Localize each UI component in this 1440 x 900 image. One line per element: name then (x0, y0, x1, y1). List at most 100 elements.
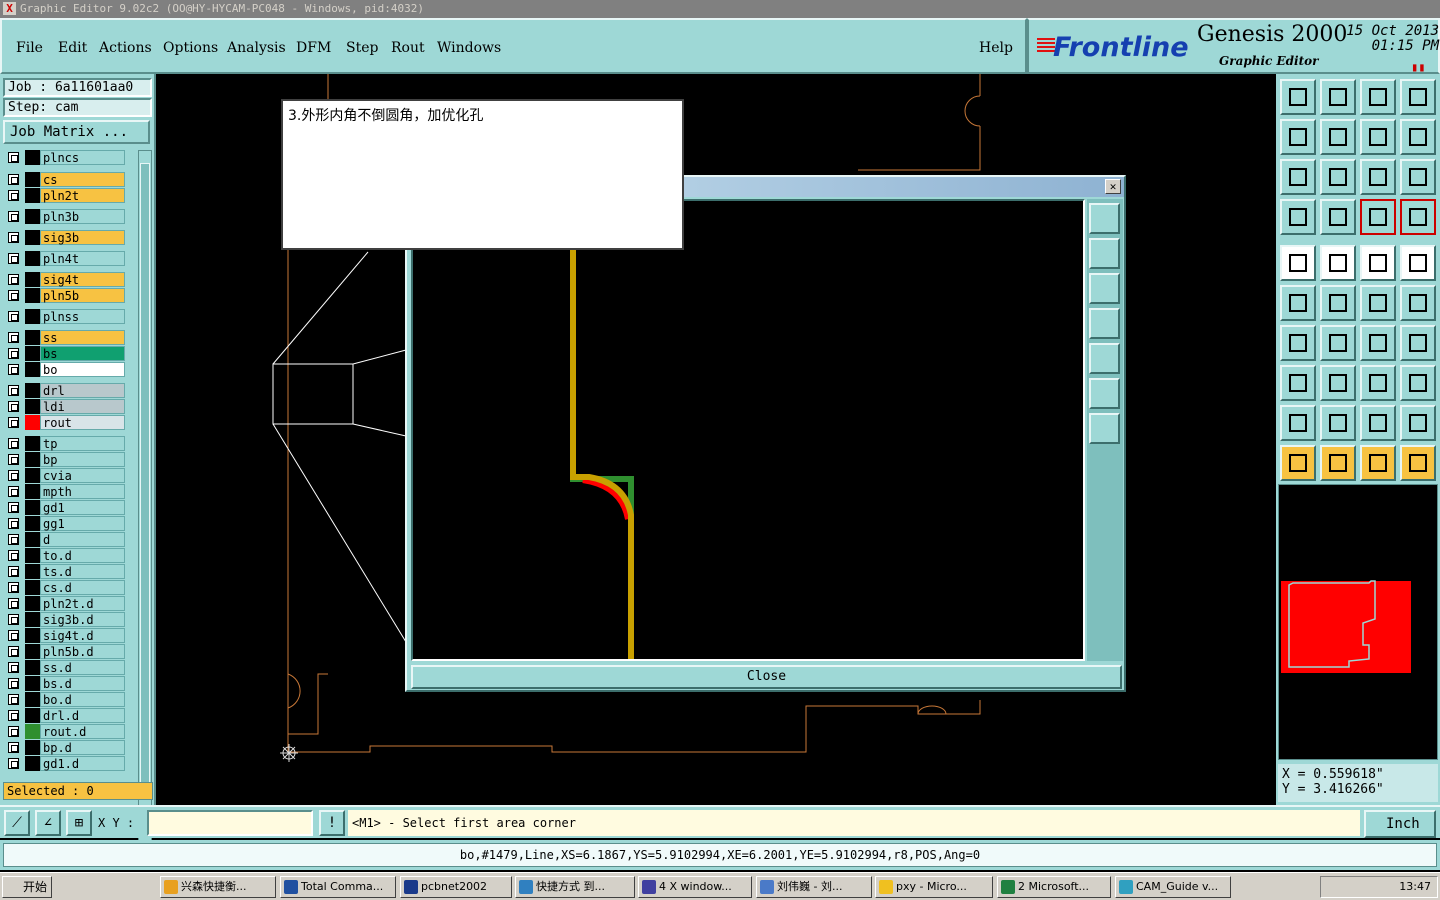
layer-row[interactable]: rout.d (3, 724, 126, 739)
layer-checkbox[interactable] (8, 582, 19, 593)
layer-row[interactable]: pln2t (3, 188, 126, 203)
pointer-icon[interactable] (1280, 445, 1316, 481)
cut-icon[interactable] (1320, 365, 1356, 401)
layer-name[interactable]: sig4t.d (40, 628, 125, 643)
xy-input[interactable] (147, 810, 313, 836)
layer-row[interactable]: pln4t (3, 251, 126, 266)
layer-checkbox[interactable] (8, 364, 19, 375)
layer-name[interactable]: pln4t (40, 251, 125, 266)
layer-name[interactable]: plncs (40, 150, 125, 165)
measure-icon[interactable]: ⟋ (4, 810, 30, 836)
layer-checkbox[interactable] (8, 630, 19, 641)
pad-round-icon[interactable] (1400, 245, 1436, 281)
menu-options[interactable]: Options (163, 40, 218, 56)
copy-icon[interactable] (1400, 285, 1436, 321)
layer-row[interactable]: pln5b.d (3, 644, 126, 659)
menu-rout[interactable]: Rout (391, 40, 425, 56)
layer-checkbox[interactable] (8, 742, 19, 753)
layer-name[interactable]: rout.d (40, 724, 125, 739)
pause-icon[interactable]: ▮▮ (1411, 60, 1425, 74)
layer-checkbox[interactable] (8, 518, 19, 529)
pan-right-button[interactable] (1089, 343, 1120, 374)
layer-row[interactable]: ts.d (3, 564, 126, 579)
layer-name[interactable]: bp.d (40, 740, 125, 755)
layer-checkbox[interactable] (8, 614, 19, 625)
layer-scrollbar[interactable] (138, 150, 152, 852)
layer-checkbox[interactable] (8, 566, 19, 577)
zoom-10-icon[interactable] (1360, 119, 1396, 155)
taskbar-button[interactable]: pxy - Micro... (875, 876, 993, 898)
layer-name[interactable]: pln5b (40, 288, 125, 303)
dialog-close-icon[interactable]: ✕ (1105, 179, 1121, 194)
grid-icon[interactable] (1320, 199, 1356, 235)
select-red-icon[interactable] (1360, 199, 1396, 235)
layer-name[interactable]: bo (40, 362, 125, 377)
menu-file[interactable]: File (16, 40, 43, 56)
layer-row[interactable]: drl.d (3, 708, 126, 723)
layer-checkbox[interactable] (8, 694, 19, 705)
layer-checkbox[interactable] (8, 470, 19, 481)
layer-row[interactable]: plncs (3, 150, 126, 165)
move-icon[interactable] (1360, 285, 1396, 321)
taskbar-button[interactable]: Total Comma... (280, 876, 396, 898)
layer-row[interactable]: ss.d (3, 660, 126, 675)
layer-checkbox[interactable] (8, 190, 19, 201)
menu-analysis[interactable]: Analysis (227, 40, 286, 56)
ruler-icon[interactable] (1360, 245, 1396, 281)
layer-name[interactable]: bs.d (40, 676, 125, 691)
layer-row[interactable]: to.d (3, 548, 126, 563)
layer-checkbox[interactable] (8, 253, 19, 264)
layer-row[interactable]: bp.d (3, 740, 126, 755)
arc-icon[interactable] (1360, 325, 1396, 361)
layer-checkbox[interactable] (8, 417, 19, 428)
dialog-canvas[interactable] (411, 199, 1085, 661)
layer-name[interactable]: pln2t (40, 188, 125, 203)
layer-name[interactable]: bo.d (40, 692, 125, 707)
dialog-close-button[interactable]: Close (411, 665, 1122, 689)
layer-checkbox[interactable] (8, 348, 19, 359)
layer-name[interactable]: ss.d (40, 660, 125, 675)
layer-row[interactable]: pln3b (3, 209, 126, 224)
dimension-icon[interactable] (1360, 365, 1396, 401)
layer-name[interactable]: bp (40, 452, 125, 467)
taskbar-button[interactable]: 2 Microsoft... (997, 876, 1111, 898)
layer-name[interactable]: rout (40, 415, 125, 430)
layer-name[interactable]: cs (40, 172, 125, 187)
resize-icon[interactable] (1280, 365, 1316, 401)
text-icon[interactable] (1400, 325, 1436, 361)
snap-settings-icon[interactable] (1280, 199, 1316, 235)
layer-checkbox[interactable] (8, 332, 19, 343)
pan-left-icon[interactable] (1280, 119, 1316, 155)
layer-checkbox[interactable] (8, 646, 19, 657)
taskbar-button[interactable]: 刘伟巍 - 刘... (756, 876, 872, 898)
start-button[interactable]: 开始 (2, 876, 52, 898)
taskbar-button[interactable]: 快捷方式 到... (515, 876, 635, 898)
line-icon[interactable] (1320, 325, 1356, 361)
layer-name[interactable]: ss (40, 330, 125, 345)
layer-checkbox[interactable] (8, 438, 19, 449)
layer-name[interactable]: pln5b.d (40, 644, 125, 659)
layer-row[interactable]: rout (3, 415, 126, 430)
menu-windows[interactable]: Windows (437, 40, 501, 56)
taskbar-button[interactable]: pcbnet2002 (400, 876, 512, 898)
zoom-out-icon[interactable] (1320, 79, 1356, 115)
delete-icon[interactable] (1320, 285, 1356, 321)
layer-row[interactable]: sig3b (3, 230, 126, 245)
layer-name[interactable]: d (40, 532, 125, 547)
layer-checkbox[interactable] (8, 274, 19, 285)
layer-row[interactable]: bp (3, 452, 126, 467)
layer-name[interactable]: mpth (40, 484, 125, 499)
layer-checkbox[interactable] (8, 726, 19, 737)
layer-row[interactable]: bo (3, 362, 126, 377)
layer-name[interactable]: sig4t (40, 272, 125, 287)
layer-row[interactable]: mpth (3, 484, 126, 499)
layer-checkbox[interactable] (8, 598, 19, 609)
layer-checkbox[interactable] (8, 211, 19, 222)
layer-name[interactable]: cs.d (40, 580, 125, 595)
window-titlebar[interactable]: X Graphic Editor 9.02c2 (OO@HY-HYCAM-PC0… (0, 0, 1440, 18)
layer-row[interactable]: cvia (3, 468, 126, 483)
layer-name[interactable]: sig3b (40, 230, 125, 245)
layer-row[interactable]: sig3b.d (3, 612, 126, 627)
layer-name[interactable]: plnss (40, 309, 125, 324)
layer-name[interactable]: sig3b.d (40, 612, 125, 627)
